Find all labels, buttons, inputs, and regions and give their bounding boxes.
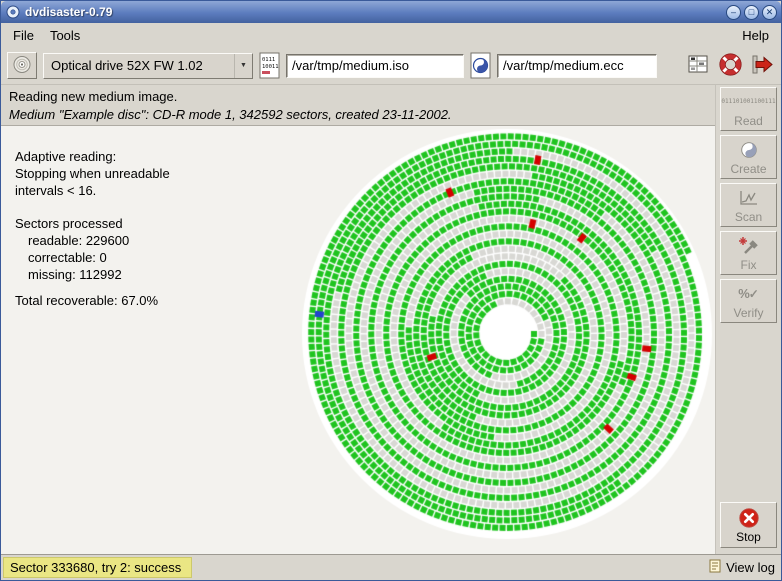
close-button[interactable]: ✕ <box>762 5 777 20</box>
binary-icon: 01110 10011 00111 <box>721 91 775 113</box>
stop-icon <box>738 507 760 529</box>
reading-info: Adaptive reading: Stopping when unreadab… <box>15 148 200 309</box>
quit-button[interactable] <box>749 52 775 79</box>
binary-line: 00111 <box>758 99 776 105</box>
binary-line: 10011 <box>739 99 757 105</box>
verify-label: Verify <box>733 306 763 320</box>
exit-arrow-icon <box>751 53 774 79</box>
app-icon <box>5 4 21 20</box>
scan-label: Scan <box>735 210 762 224</box>
verify-icon: %✓ <box>738 283 759 305</box>
missing-count: missing: 112992 <box>15 266 200 283</box>
verify-button[interactable]: %✓ Verify <box>720 279 777 323</box>
sectors-processed-title: Sectors processed <box>15 215 200 232</box>
view-log-button[interactable]: View log <box>709 559 775 576</box>
iso-file-icon: 0111 10011 <box>259 52 280 79</box>
iso-icon-text: 10011 <box>262 64 279 70</box>
read-label: Read <box>734 114 763 128</box>
status-header: Reading new medium image. Medium "Exampl… <box>1 85 715 125</box>
preferences-icon <box>687 53 709 78</box>
image-file-input[interactable] <box>286 54 464 78</box>
create-button[interactable]: Create <box>720 135 777 179</box>
statusbar: Sector 333680, try 2: success View log <box>1 554 781 580</box>
ecc-file-icon <box>470 52 491 79</box>
readable-count: readable: 229600 <box>15 232 200 249</box>
toolbar: Optical drive 52X FW 1.02 ▼ 0111 10011 <box>1 47 781 85</box>
fix-button[interactable]: Fix <box>720 231 777 275</box>
menu-tools[interactable]: Tools <box>42 25 88 46</box>
lifebuoy-icon <box>719 53 742 79</box>
view-log-label: View log <box>726 560 775 575</box>
fix-label: Fix <box>741 258 757 272</box>
action-sidebar: 01110 10011 00111 Read Create <box>715 85 781 554</box>
chart-icon <box>738 187 760 209</box>
stopping-condition: Stopping when unreadable intervals < 16. <box>15 165 190 199</box>
status-message: Sector 333680, try 2: success <box>3 557 192 578</box>
ecc-file-input[interactable] <box>497 54 657 78</box>
check-glyph: ✓ <box>749 287 759 301</box>
stop-button[interactable]: Stop <box>720 502 777 548</box>
ecc-logo-icon <box>739 139 759 161</box>
content-area: Reading new medium image. Medium "Exampl… <box>1 85 781 554</box>
preferences-button[interactable] <box>685 52 711 79</box>
create-label: Create <box>730 162 766 176</box>
correctable-count: correctable: 0 <box>15 249 200 266</box>
binary-line: 01110 <box>721 99 739 105</box>
menu-file[interactable]: File <box>5 25 42 46</box>
app-window: dvdisaster-0.79 – □ ✕ File Tools Help Op… <box>0 0 782 581</box>
read-button[interactable]: 01110 10011 00111 Read <box>720 87 777 131</box>
disc-spiral <box>301 128 713 540</box>
help-button[interactable] <box>717 52 743 79</box>
scan-button[interactable]: Scan <box>720 183 777 227</box>
reading-panel: Adaptive reading: Stopping when unreadab… <box>1 125 715 554</box>
log-icon <box>709 559 722 576</box>
chevron-down-icon: ▼ <box>234 54 252 78</box>
minimize-button[interactable]: – <box>726 5 741 20</box>
status-line-action: Reading new medium image. <box>9 88 707 106</box>
drive-select[interactable]: Optical drive 52X FW 1.02 ▼ <box>43 53 253 79</box>
menu-help[interactable]: Help <box>734 25 777 46</box>
titlebar[interactable]: dvdisaster-0.79 – □ ✕ <box>1 1 781 23</box>
menubar: File Tools Help <box>1 23 781 47</box>
total-recoverable: Total recoverable: 67.0% <box>15 292 200 309</box>
stop-label: Stop <box>736 530 761 544</box>
status-line-medium: Medium "Example disc": CD-R mode 1, 3425… <box>9 106 707 124</box>
iso-icon-text: 0111 <box>262 57 275 63</box>
drive-select-value: Optical drive 52X FW 1.02 <box>44 58 234 73</box>
drive-button[interactable] <box>7 52 37 79</box>
maximize-button[interactable]: □ <box>744 5 759 20</box>
window-title: dvdisaster-0.79 <box>25 5 723 19</box>
hammer-icon <box>738 235 760 257</box>
drive-icon <box>12 55 32 77</box>
adaptive-reading-title: Adaptive reading: <box>15 148 200 165</box>
